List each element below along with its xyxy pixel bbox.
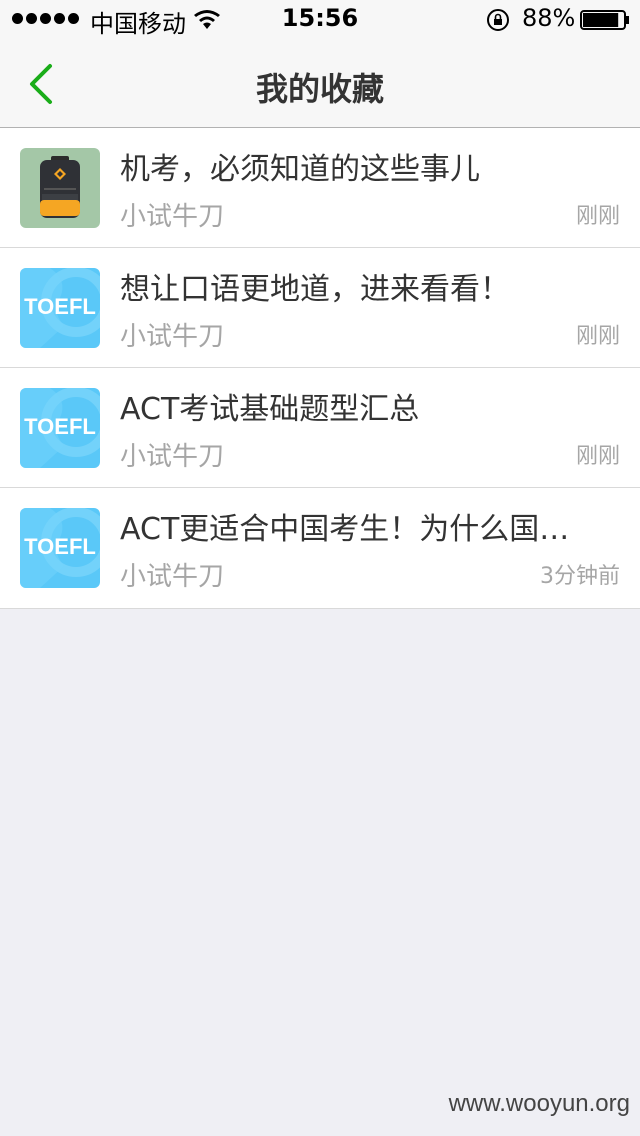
item-time: 刚刚 (575, 444, 620, 469)
list-item[interactable]: TOEFL 想让口语更地道，进来看看！ 小试牛刀 刚刚 (0, 248, 640, 368)
item-source: 小试牛刀 (120, 562, 225, 592)
toefl-label: TOEFL (24, 414, 96, 439)
page-title: 我的收藏 (255, 70, 384, 108)
list-item[interactable]: TOEFL ACT考试基础题型汇总 小试牛刀 刚刚 (0, 368, 640, 488)
item-title: 想让口语更地道，进来看看！ (120, 272, 510, 307)
favorites-list: 机考，必须知道的这些事儿 小试牛刀 刚刚 TOEFL 想让口语更地道，进来看看！… (0, 128, 640, 609)
item-time: 3分钟前 (540, 564, 620, 589)
list-item[interactable]: 机考，必须知道的这些事儿 小试牛刀 刚刚 (0, 128, 640, 248)
item-time: 刚刚 (575, 324, 620, 349)
item-source: 小试牛刀 (120, 202, 225, 232)
item-title: ACT更适合中国考生！为什么国… (120, 512, 570, 547)
item-source: 小试牛刀 (120, 322, 225, 352)
item-title: ACT考试基础题型汇总 (120, 392, 420, 427)
list-item[interactable]: TOEFL ACT更适合中国考生！为什么国… 小试牛刀 3分钟前 (0, 488, 640, 608)
battery-icon (580, 10, 629, 30)
rotation-lock-icon (487, 9, 509, 31)
toefl-thumbnail: TOEFL (20, 508, 100, 588)
watermark: www.wooyun.org (448, 1090, 630, 1117)
toefl-thumbnail: TOEFL (20, 388, 100, 468)
battery-percentage: 88% (522, 4, 576, 32)
toefl-label: TOEFL (24, 534, 96, 559)
navigation-bar: 我的收藏 (0, 40, 640, 128)
status-bar: 中国移动 15:56 88% (0, 0, 640, 40)
toefl-label: TOEFL (24, 294, 96, 319)
item-time: 刚刚 (575, 204, 620, 229)
item-title: 机考，必须知道的这些事儿 (120, 152, 480, 187)
toefl-thumbnail: TOEFL (20, 268, 100, 348)
backpack-thumbnail (20, 148, 100, 228)
item-source: 小试牛刀 (120, 442, 225, 472)
